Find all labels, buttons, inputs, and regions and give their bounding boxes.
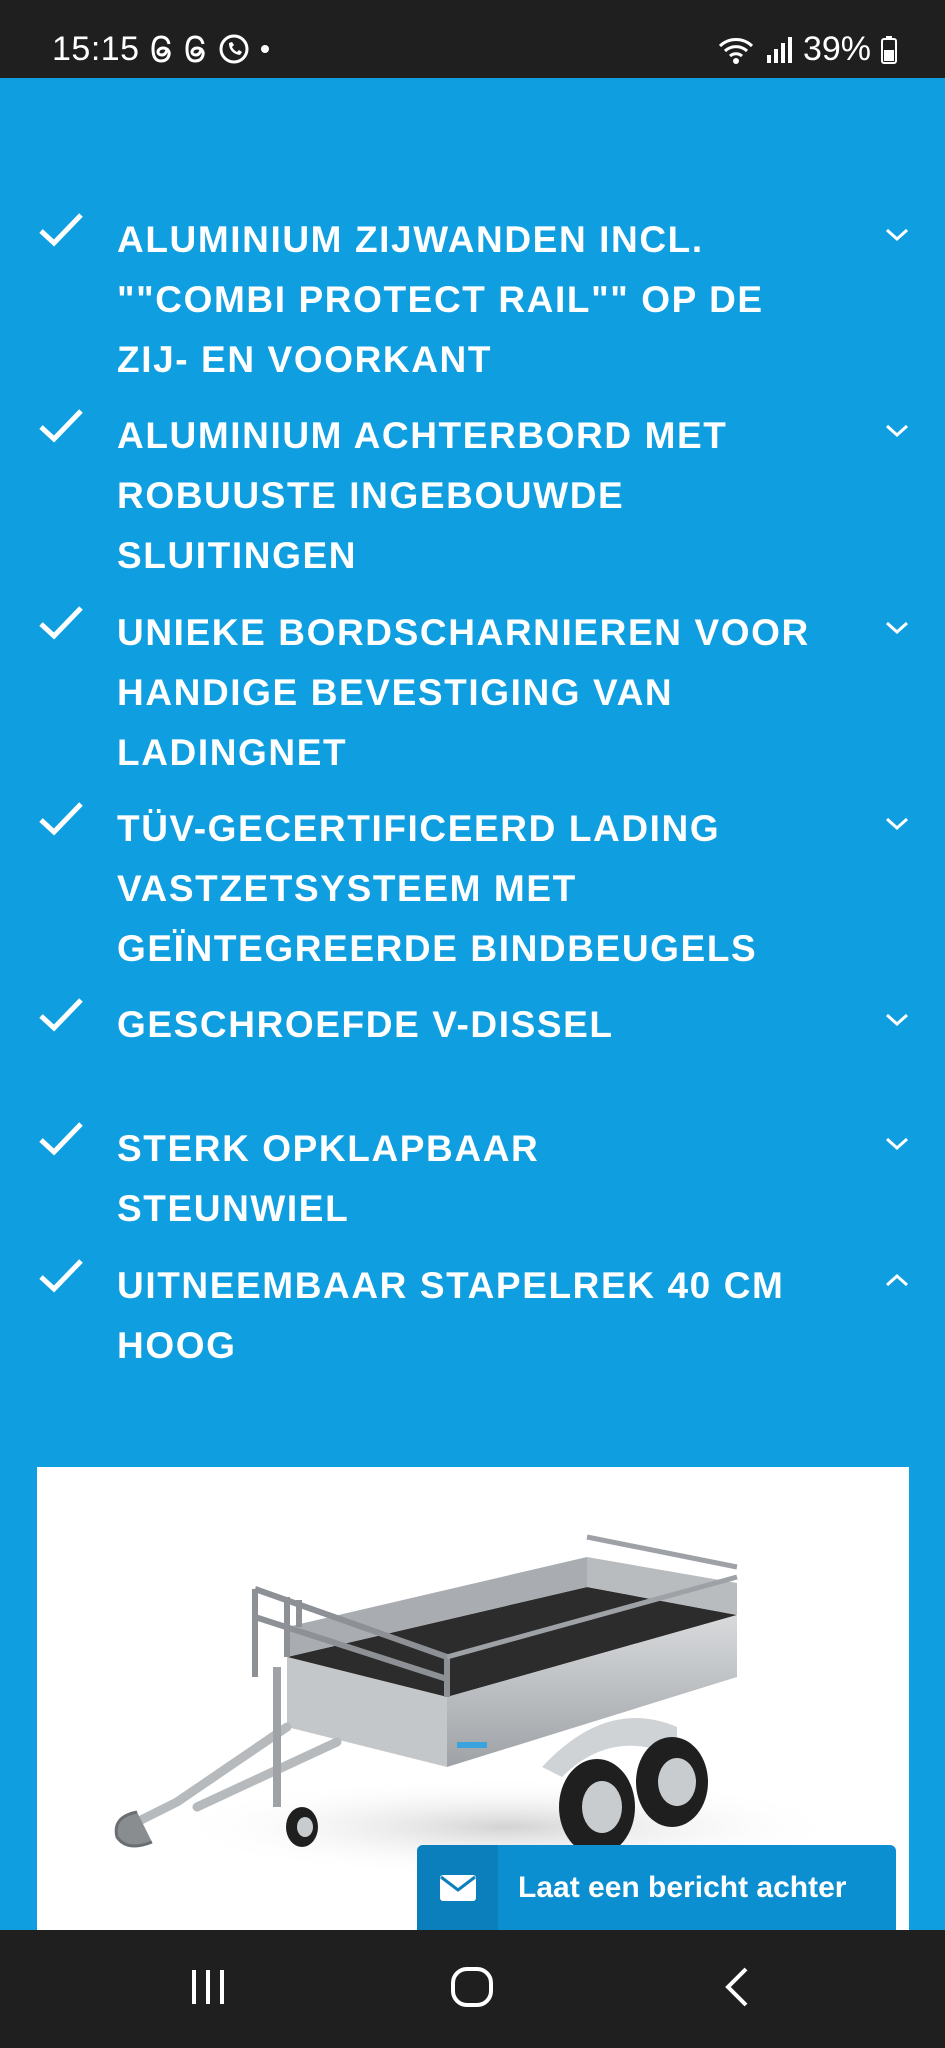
threads-icon [185, 35, 205, 63]
envelope-icon [439, 1874, 476, 1901]
status-time: 15:15 [52, 30, 140, 68]
home-icon[interactable] [450, 1966, 494, 2008]
battery-icon [881, 35, 897, 64]
accordion-title: STERK OPKLAPBAAR STEUNWIEL [117, 1128, 540, 1229]
check-icon [39, 213, 83, 247]
chevron-down-icon[interactable] [882, 1009, 912, 1029]
status-app-icons [150, 33, 272, 65]
accordion-title: UNIEKE BORDSCHARNIEREN VOOR HANDIGE BEVE… [117, 612, 810, 773]
chevron-up-icon[interactable] [882, 1270, 912, 1290]
system-nav-bar [0, 1930, 945, 2048]
chevron-down-icon[interactable] [882, 224, 912, 244]
check-icon [39, 802, 83, 836]
dot-icon [261, 45, 269, 53]
leave-message-label: Laat een bericht achter [518, 1870, 847, 1904]
accordion-title: UITNEEMBAAR STAPELREK 40 CM HOOG [117, 1265, 785, 1366]
recents-icon[interactable] [188, 1966, 228, 2008]
check-icon [39, 1259, 83, 1293]
leave-message-button[interactable]: Laat een bericht achter [417, 1845, 896, 1930]
battery-percent: 39% [802, 30, 871, 68]
signal-icon [766, 36, 792, 63]
accordion-title: GESCHROEFDE V-DISSEL [117, 1004, 614, 1045]
message-icon-box [417, 1845, 498, 1930]
threads-icon [151, 35, 171, 63]
status-right: 39% [717, 30, 897, 69]
check-icon [39, 606, 83, 640]
check-icon [39, 409, 83, 443]
chevron-down-icon[interactable] [882, 420, 912, 440]
accordion-title: ALUMINIUM ZIJWANDEN INCL. ""COMBI PROTEC… [117, 219, 764, 380]
whatsapp-icon [219, 34, 249, 64]
status-bar: 15:15 39% [0, 0, 945, 78]
accordion-title: ALUMINIUM ACHTERBORD MET ROBUUSTE INGEBO… [117, 415, 728, 576]
chevron-down-icon[interactable] [882, 813, 912, 833]
wifi-icon [718, 37, 753, 64]
chevron-down-icon[interactable] [882, 1133, 912, 1153]
check-icon [39, 1122, 83, 1156]
feature-list-section: ALUMINIUM ZIJWANDEN INCL. ""COMBI PROTEC… [0, 78, 945, 1955]
check-icon [39, 998, 83, 1032]
chevron-down-icon[interactable] [882, 617, 912, 637]
accordion-title: TÜV-GECERTIFICEERD LADING VASTZETSYSTEEM… [117, 808, 758, 969]
back-icon[interactable] [722, 1966, 752, 2008]
